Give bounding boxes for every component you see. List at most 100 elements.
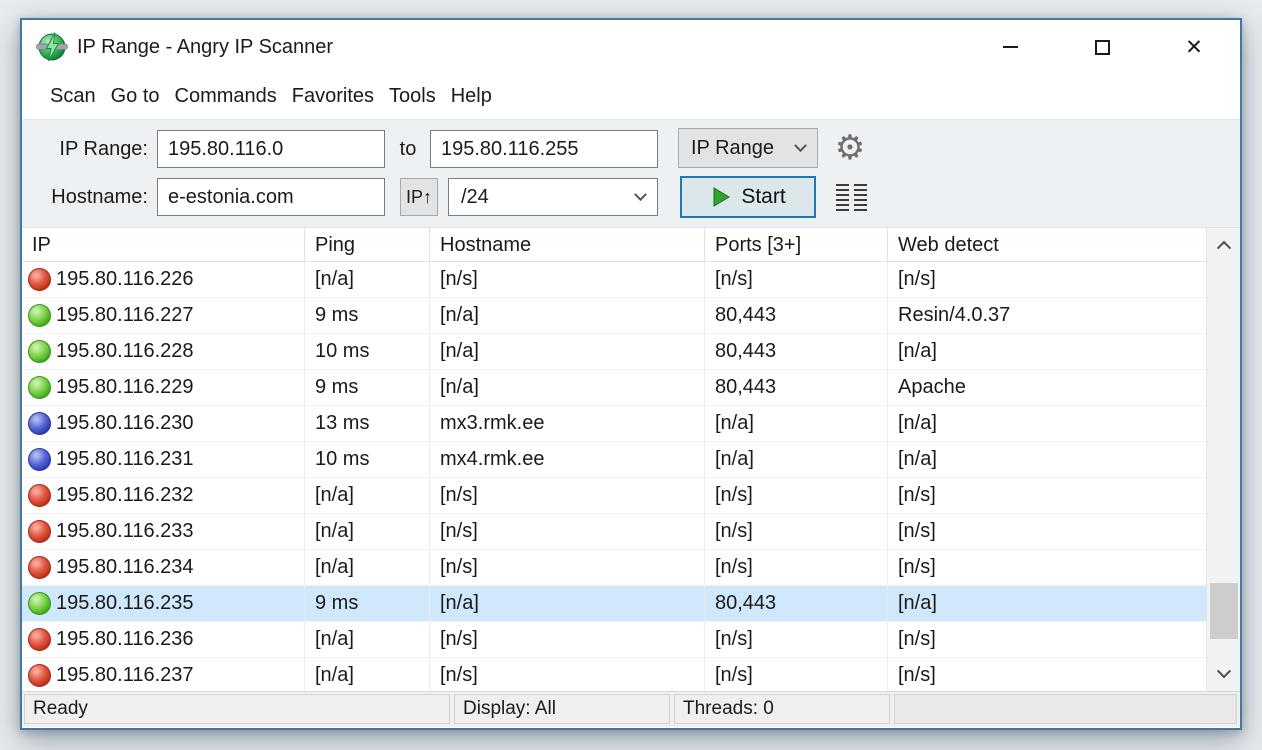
cell-web: [n/s] bbox=[888, 622, 1206, 657]
scrollbar-thumb[interactable] bbox=[1210, 583, 1238, 639]
cell-hostname: [n/s] bbox=[430, 550, 705, 585]
table-row[interactable]: 195.80.116.234[n/a][n/s][n/s][n/s] bbox=[22, 550, 1206, 586]
table-row[interactable]: 195.80.116.2279 ms[n/a]80,443Resin/4.0.3… bbox=[22, 298, 1206, 334]
cell-ports: 80,443 bbox=[705, 334, 888, 369]
status-ball-icon bbox=[28, 664, 51, 687]
minimize-icon bbox=[1003, 46, 1018, 48]
start-button[interactable]: Start bbox=[680, 176, 816, 218]
close-button[interactable]: ✕ bbox=[1148, 20, 1240, 74]
menu-item-scan[interactable]: Scan bbox=[49, 82, 97, 111]
minimize-button[interactable] bbox=[964, 20, 1056, 74]
ip-text: 195.80.116.237 bbox=[56, 664, 194, 687]
cell-ports: [n/s] bbox=[705, 262, 888, 297]
table-row[interactable]: 195.80.116.23110 msmx4.rmk.ee[n/a][n/a] bbox=[22, 442, 1206, 478]
cell-hostname: [n/s] bbox=[430, 262, 705, 297]
cell-ip: 195.80.116.227 bbox=[22, 298, 305, 333]
menu-item-commands[interactable]: Commands bbox=[174, 82, 278, 111]
preferences-gear-button[interactable]: ⚙ bbox=[828, 126, 872, 170]
column-header-hostname[interactable]: Hostname bbox=[430, 228, 705, 261]
ip-text: 195.80.116.234 bbox=[56, 556, 194, 579]
app-window: IP Range - Angry IP Scanner ✕ Scan Go to… bbox=[20, 18, 1242, 730]
status-ball-icon bbox=[28, 268, 51, 291]
table-row[interactable]: 195.80.116.2299 ms[n/a]80,443Apache bbox=[22, 370, 1206, 406]
status-ball-icon bbox=[28, 520, 51, 543]
title-bar: IP Range - Angry IP Scanner ✕ bbox=[22, 20, 1240, 74]
window-title: IP Range - Angry IP Scanner bbox=[77, 36, 333, 59]
cell-hostname: [n/s] bbox=[430, 514, 705, 549]
hostname-input[interactable] bbox=[157, 178, 385, 216]
cell-ip: 195.80.116.229 bbox=[22, 370, 305, 405]
status-ball-icon bbox=[28, 340, 51, 363]
cell-ip: 195.80.116.234 bbox=[22, 550, 305, 585]
threads-count: Threads: 0 bbox=[674, 694, 890, 724]
feed-select[interactable]: IP Range bbox=[678, 128, 818, 168]
cell-hostname: [n/s] bbox=[430, 478, 705, 513]
ip-lookup-button[interactable]: IP↑ bbox=[400, 178, 438, 216]
table-row[interactable]: 195.80.116.236[n/a][n/s][n/s][n/s] bbox=[22, 622, 1206, 658]
table-row[interactable]: 195.80.116.226[n/a][n/s][n/s][n/s] bbox=[22, 262, 1206, 298]
cell-web: [n/s] bbox=[888, 658, 1206, 691]
column-header-ping[interactable]: Ping bbox=[305, 228, 430, 261]
chevron-up-icon bbox=[1216, 241, 1230, 255]
cell-ip: 195.80.116.236 bbox=[22, 622, 305, 657]
cell-ping: [n/a] bbox=[305, 658, 430, 691]
cell-ip: 195.80.116.231 bbox=[22, 442, 305, 477]
cell-hostname: [n/a] bbox=[430, 334, 705, 369]
column-header-ip[interactable]: IP bbox=[22, 228, 305, 261]
table-row[interactable]: 195.80.116.232[n/a][n/s][n/s][n/s] bbox=[22, 478, 1206, 514]
scroll-up-button[interactable] bbox=[1207, 230, 1240, 260]
cell-ip: 195.80.116.228 bbox=[22, 334, 305, 369]
status-ball-icon bbox=[28, 484, 51, 507]
cell-web: [n/s] bbox=[888, 514, 1206, 549]
table-row[interactable]: 195.80.116.2359 ms[n/a]80,443[n/a] bbox=[22, 586, 1206, 622]
table-row[interactable]: 195.80.116.23013 msmx3.rmk.ee[n/a][n/a] bbox=[22, 406, 1206, 442]
cell-web: [n/s] bbox=[888, 550, 1206, 585]
display-filter[interactable]: Display: All bbox=[454, 694, 670, 724]
to-label: to bbox=[391, 130, 425, 168]
table-row[interactable]: 195.80.116.22810 ms[n/a]80,443[n/a] bbox=[22, 334, 1206, 370]
ip-text: 195.80.116.227 bbox=[56, 304, 194, 327]
hostname-label: Hostname: bbox=[30, 178, 148, 216]
ip-text: 195.80.116.230 bbox=[56, 412, 194, 435]
menu-item-goto[interactable]: Go to bbox=[110, 82, 161, 111]
toolbar: IP Range: to IP Range ⚙ Hostname: IP↑ /2… bbox=[22, 119, 1240, 227]
netmask-value: /24 bbox=[461, 186, 489, 209]
scroll-down-button[interactable] bbox=[1207, 659, 1240, 689]
cell-hostname: [n/a] bbox=[430, 298, 705, 333]
cell-ping: [n/a] bbox=[305, 478, 430, 513]
table-row[interactable]: 195.80.116.233[n/a][n/s][n/s][n/s] bbox=[22, 514, 1206, 550]
menu-item-help[interactable]: Help bbox=[450, 82, 493, 111]
cell-ping: 9 ms bbox=[305, 586, 430, 621]
cell-ping: 9 ms bbox=[305, 298, 430, 333]
ip-from-input[interactable] bbox=[157, 130, 385, 168]
status-ball-icon bbox=[28, 376, 51, 399]
status-text: Ready bbox=[24, 694, 450, 724]
column-header-ports[interactable]: Ports [3+] bbox=[705, 228, 888, 261]
menu-item-tools[interactable]: Tools bbox=[388, 82, 437, 111]
vertical-scrollbar[interactable] bbox=[1206, 228, 1240, 691]
cell-ports: 80,443 bbox=[705, 370, 888, 405]
cell-web: [n/s] bbox=[888, 262, 1206, 297]
maximize-button[interactable] bbox=[1056, 20, 1148, 74]
cell-hostname: [n/s] bbox=[430, 622, 705, 657]
status-ball-icon bbox=[28, 412, 51, 435]
table-row[interactable]: 195.80.116.237[n/a][n/s][n/s][n/s] bbox=[22, 658, 1206, 691]
cell-web: [n/a] bbox=[888, 442, 1206, 477]
cell-hostname: mx4.rmk.ee bbox=[430, 442, 705, 477]
cell-ping: 10 ms bbox=[305, 334, 430, 369]
cell-ip: 195.80.116.230 bbox=[22, 406, 305, 441]
ip-to-input[interactable] bbox=[430, 130, 658, 168]
cell-ports: [n/s] bbox=[705, 478, 888, 513]
cell-ports: [n/s] bbox=[705, 550, 888, 585]
column-header-webdetect[interactable]: Web detect bbox=[888, 228, 1206, 261]
ip-text: 195.80.116.228 bbox=[56, 340, 194, 363]
ip-text: 195.80.116.235 bbox=[56, 592, 194, 615]
netmask-select[interactable]: /24 bbox=[448, 178, 658, 216]
play-icon bbox=[710, 186, 732, 208]
fetchers-columns-button[interactable] bbox=[836, 184, 867, 211]
window-controls: ✕ bbox=[964, 20, 1240, 74]
menu-item-favorites[interactable]: Favorites bbox=[291, 82, 375, 111]
feed-select-value: IP Range bbox=[691, 137, 774, 160]
ip-text: 195.80.116.229 bbox=[56, 376, 194, 399]
progress-area bbox=[894, 694, 1237, 724]
